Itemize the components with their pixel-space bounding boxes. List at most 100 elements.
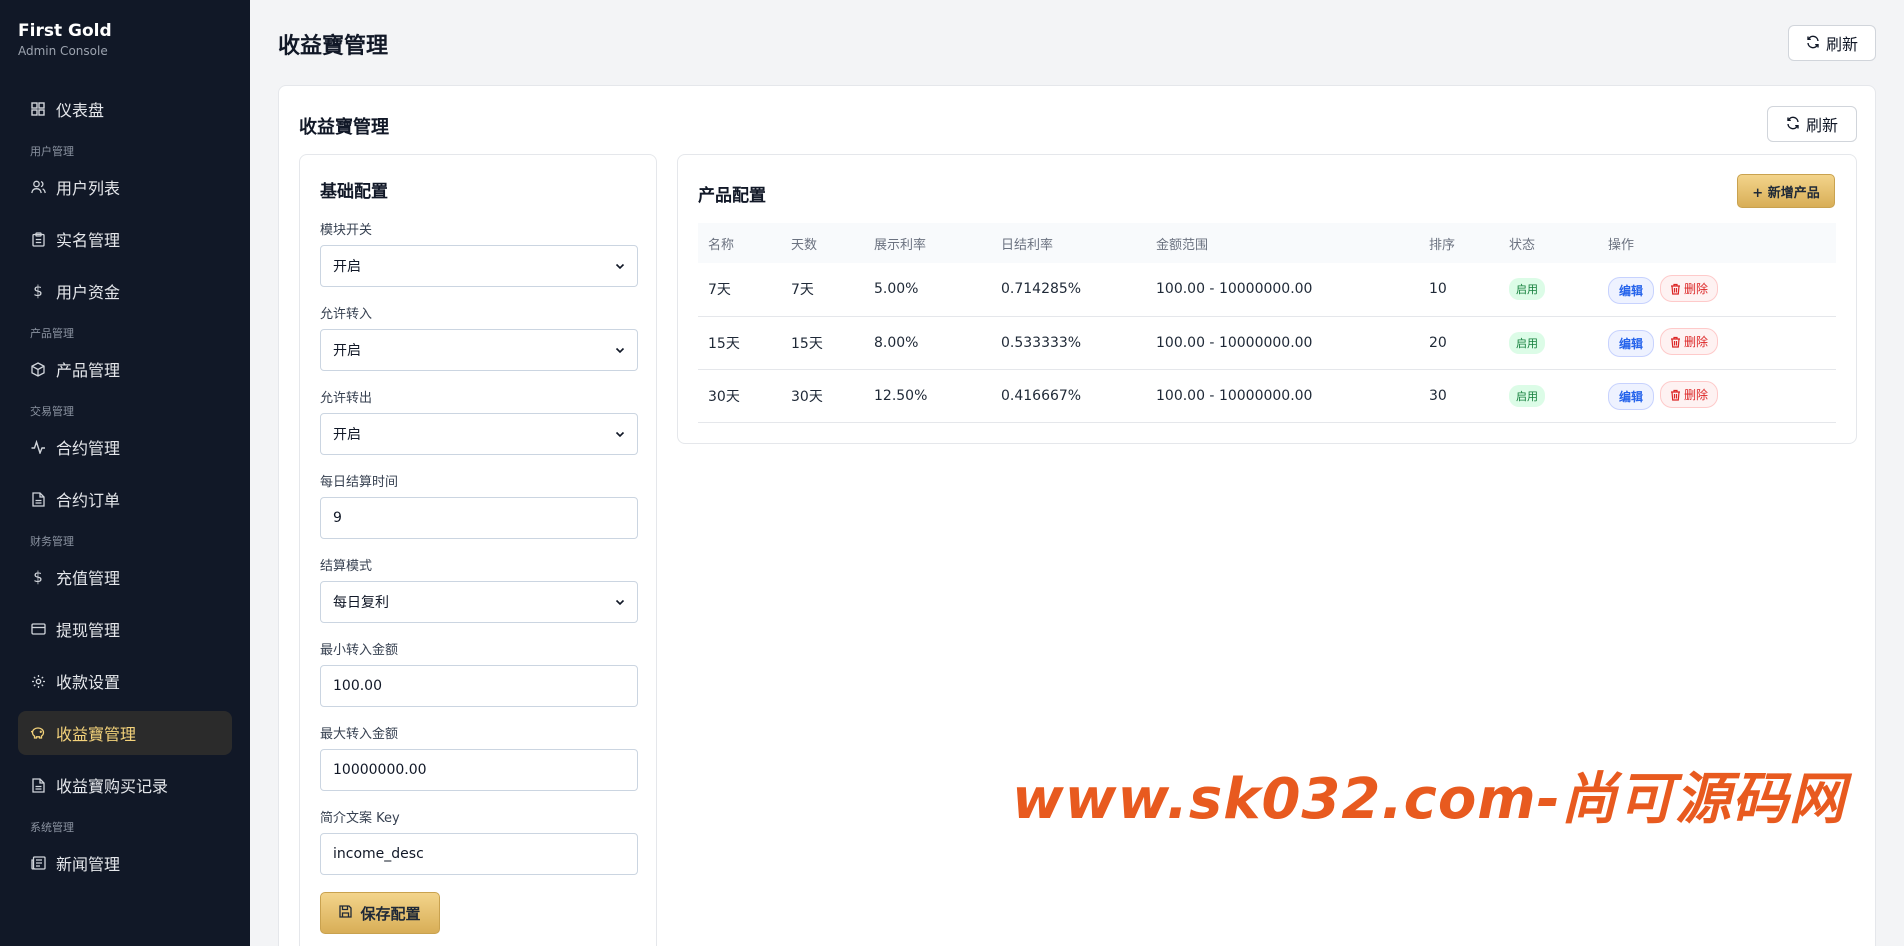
sidebar-item-contract[interactable]: 合约管理 (18, 425, 232, 469)
cell-status: 启用 (1499, 316, 1598, 370)
select-value: 开启 (333, 427, 361, 443)
cell-actions: 编辑 删除 (1598, 369, 1836, 423)
col-actions: 操作 (1598, 223, 1836, 263)
edit-button[interactable]: 编辑 (1608, 329, 1655, 357)
cell-sort: 30 (1419, 369, 1499, 423)
settle-mode-select[interactable]: 每日复利 (320, 581, 638, 623)
cell-name: 15天 (698, 316, 781, 370)
file-icon (30, 777, 46, 793)
sidebar-item-contract-order[interactable]: 合约订单 (18, 477, 232, 521)
cell-name: 7天 (698, 263, 781, 317)
refresh-button[interactable]: 刷新 (1788, 25, 1876, 61)
sidebar-item-label: 实名管理 (56, 231, 121, 250)
cell-range: 100.00 - 10000000.00 (1146, 263, 1419, 317)
table-header-row: 名称 天数 展示利率 日结利率 金额范围 排序 状态 操作 (698, 223, 1836, 263)
nav-group-trade: 交易管理 (30, 405, 74, 418)
nav-group-user: 用户管理 (30, 145, 74, 158)
cell-actions: 编辑 删除 (1598, 263, 1836, 317)
sidebar-item-label: 合约管理 (56, 439, 121, 458)
allow-out-select[interactable]: 开启 (320, 413, 638, 455)
table-row: 15天 15天 8.00% 0.533333% 100.00 - 1000000… (698, 316, 1836, 370)
piggy-bank-icon (30, 725, 46, 741)
cell-days: 30天 (781, 369, 864, 423)
brand: First Gold Admin Console (0, 0, 250, 72)
module-switch-field: 模块开关 开启 (320, 219, 638, 287)
edit-button[interactable]: 编辑 (1608, 382, 1655, 410)
save-icon (339, 904, 353, 922)
cell-sort: 20 (1419, 316, 1499, 370)
col-daily-rate: 日结利率 (991, 223, 1146, 263)
sidebar: First Gold Admin Console 仪表盘 用户管理 用户列表 实… (0, 0, 250, 946)
cell-sort: 10 (1419, 263, 1499, 317)
cell-name: 30天 (698, 369, 781, 423)
cell-show-rate: 8.00% (864, 316, 991, 370)
sidebar-item-label: 收益寶管理 (56, 725, 137, 744)
sidebar-item-dashboard[interactable]: 仪表盘 (18, 87, 232, 131)
delete-button[interactable]: 删除 (1660, 275, 1719, 302)
col-show-rate: 展示利率 (864, 223, 991, 263)
refresh-label: 刷新 (1825, 35, 1858, 54)
select-value: 开启 (333, 259, 361, 275)
cell-daily-rate: 0.416667% (991, 369, 1146, 423)
table-row: 30天 30天 12.50% 0.416667% 100.00 - 100000… (698, 369, 1836, 423)
product-config-card: 产品配置 + 新增产品 名称 天数 展示利率 日结利率 金额范围 排序 状态 操… (677, 154, 1857, 444)
sidebar-item-product[interactable]: 产品管理 (18, 347, 232, 391)
chevron-down-icon (615, 347, 625, 354)
cell-show-rate: 12.50% (864, 369, 991, 423)
allow-in-field: 允许转入 开启 (320, 303, 638, 371)
settle-time-input[interactable]: 9 (320, 497, 638, 539)
sidebar-item-funds[interactable]: $ 用户资金 (18, 269, 232, 313)
sidebar-item-income[interactable]: 收益寶管理 (18, 711, 232, 755)
max-in-label: 最大转入金额 (320, 727, 399, 742)
panel-title: 收益寶管理 (299, 117, 389, 138)
sidebar-item-user-list[interactable]: 用户列表 (18, 165, 232, 209)
max-in-input[interactable]: 10000000.00 (320, 749, 638, 791)
settle-mode-field: 结算模式 每日复利 (320, 555, 638, 623)
box-icon (30, 361, 46, 377)
col-range: 金额范围 (1146, 223, 1419, 263)
status-badge: 启用 (1509, 278, 1545, 301)
dollar-icon: $ (33, 568, 43, 586)
basic-config-card: 基础配置 模块开关 开启 允许转入 开启 允许转出 开启 每日结算时间 9 结算… (299, 154, 657, 946)
cell-days: 7天 (781, 263, 864, 317)
allow-in-select[interactable]: 开启 (320, 329, 638, 371)
save-config-button[interactable]: 保存配置 (320, 892, 440, 934)
sidebar-item-news[interactable]: 新闻管理 (18, 841, 232, 885)
desc-key-field: 简介文案 Key income_desc (320, 807, 638, 875)
delete-label: 删除 (1684, 335, 1709, 350)
module-switch-select[interactable]: 开启 (320, 245, 638, 287)
activity-icon (30, 439, 46, 455)
sidebar-item-label: 用户资金 (56, 283, 121, 302)
nav-group-system: 系统管理 (30, 821, 74, 834)
input-value: 10000000.00 (333, 762, 427, 778)
edit-button[interactable]: 编辑 (1608, 276, 1655, 304)
refresh-label: 刷新 (1805, 116, 1838, 135)
desc-key-input[interactable]: income_desc (320, 833, 638, 875)
sidebar-item-label: 提现管理 (56, 621, 121, 640)
cell-actions: 编辑 删除 (1598, 316, 1836, 370)
sidebar-item-label: 收益寶购买记录 (56, 777, 169, 796)
sidebar-item-label: 产品管理 (56, 361, 121, 380)
sidebar-item-payment-settings[interactable]: 收款设置 (18, 659, 232, 703)
panel-refresh-button[interactable]: 刷新 (1767, 106, 1857, 142)
module-switch-label: 模块开关 (320, 223, 373, 238)
brand-title: First Gold (18, 21, 112, 41)
sidebar-item-income-records[interactable]: 收益寶购买记录 (18, 763, 232, 807)
sidebar-item-recharge[interactable]: $ 充值管理 (18, 555, 232, 599)
sidebar-item-label: 充值管理 (56, 569, 121, 588)
delete-button[interactable]: 删除 (1660, 381, 1719, 409)
select-value: 每日复利 (333, 595, 389, 611)
sidebar-item-withdraw[interactable]: 提现管理 (18, 607, 232, 651)
col-status: 状态 (1499, 223, 1598, 263)
min-in-input[interactable]: 100.00 (320, 665, 638, 707)
sidebar-item-label: 收款设置 (56, 673, 121, 692)
min-in-label: 最小转入金额 (320, 643, 399, 658)
sidebar-item-realname[interactable]: 实名管理 (18, 217, 232, 261)
gear-icon (30, 673, 46, 689)
basic-config-title: 基础配置 (320, 182, 388, 202)
add-product-button[interactable]: + 新增产品 (1737, 174, 1835, 208)
delete-button[interactable]: 删除 (1660, 328, 1719, 356)
select-value: 开启 (333, 343, 361, 359)
trash-icon (1671, 336, 1681, 348)
cell-status: 启用 (1499, 263, 1598, 317)
